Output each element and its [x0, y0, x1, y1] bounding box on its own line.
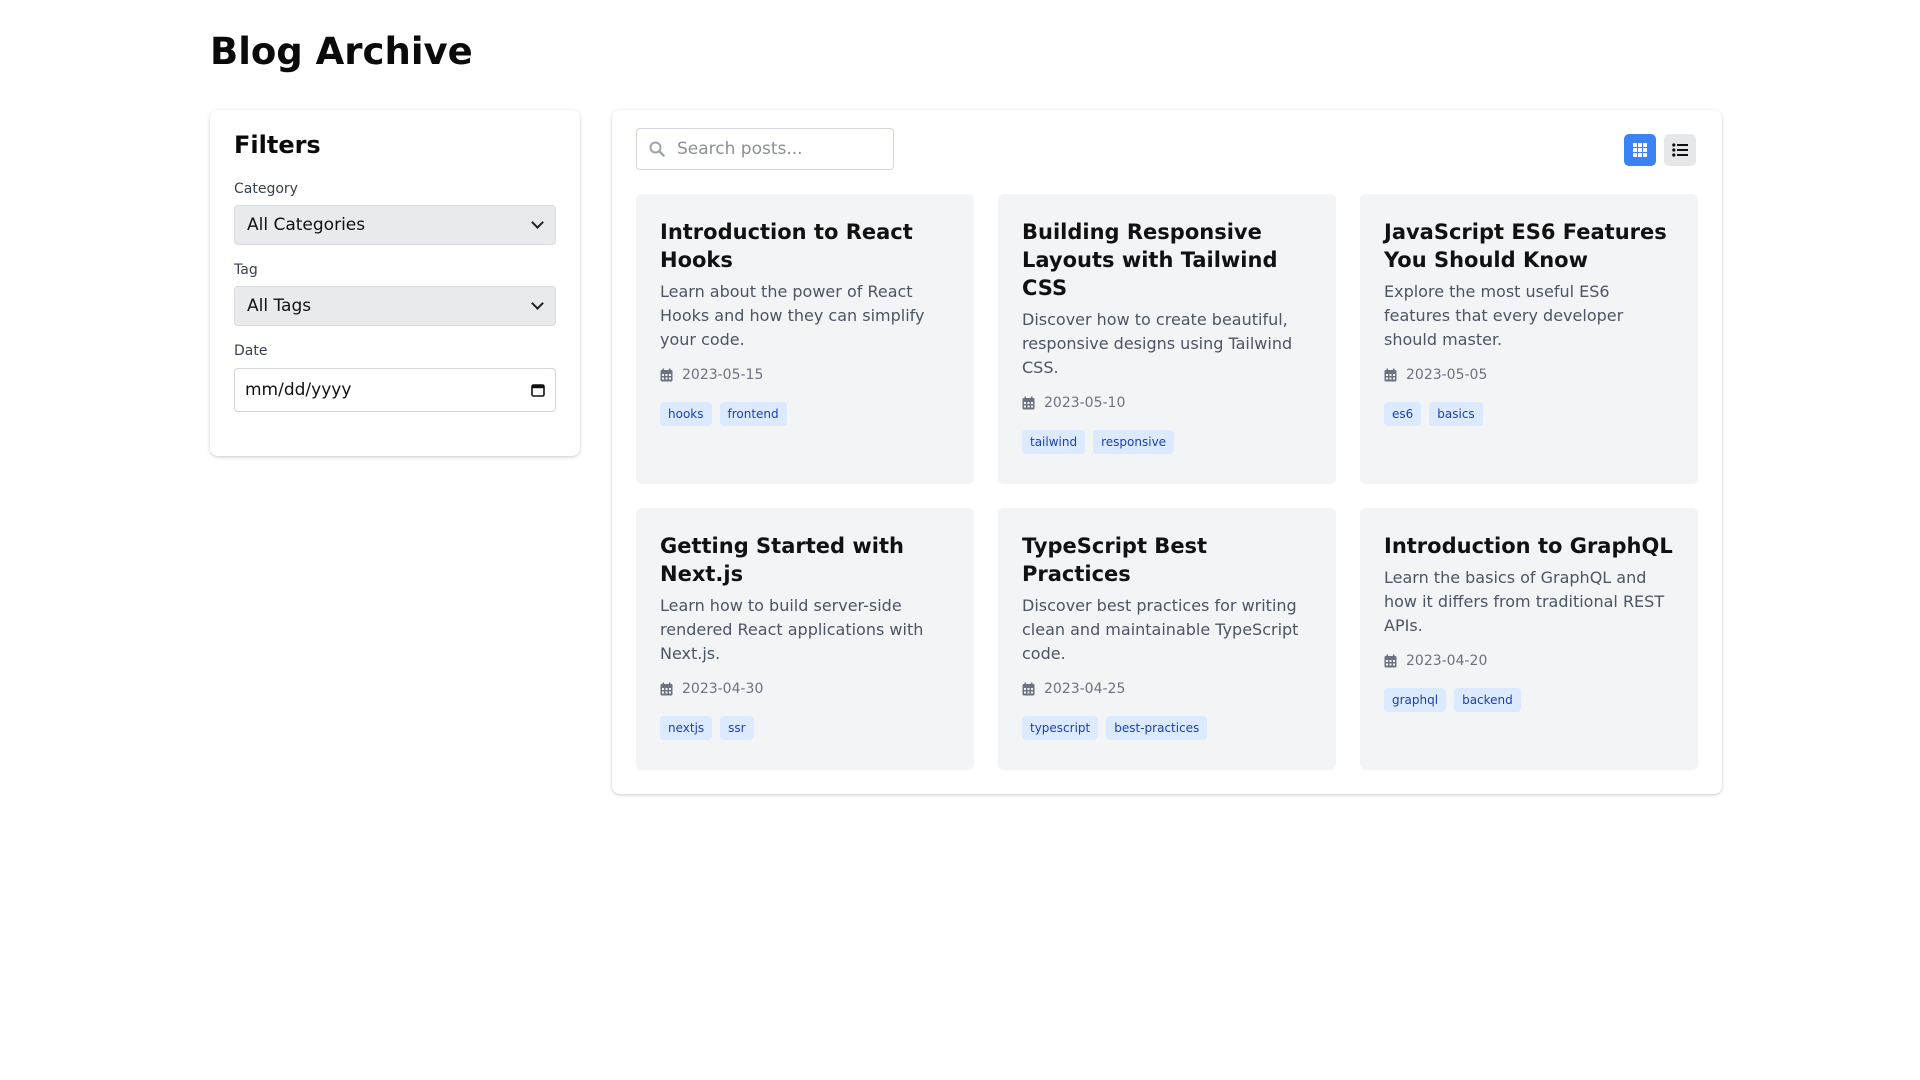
post-description: Explore the most useful ES6 features tha… — [1384, 282, 1624, 349]
post-date: 2023-04-20 — [1384, 652, 1674, 670]
post-date-text: 2023-04-20 — [1406, 653, 1488, 669]
post-card[interactable]: TypeScript Best Practices Discover best … — [998, 508, 1336, 770]
post-tags: es6 basics — [1384, 402, 1674, 426]
search-icon — [649, 141, 665, 157]
post-date: 2023-04-30 — [660, 680, 950, 698]
post-card[interactable]: JavaScript ES6 Features You Should Know … — [1360, 194, 1698, 484]
chevron-down-icon — [531, 297, 544, 310]
post-date: 2023-04-25 — [1022, 680, 1312, 698]
post-date: 2023-05-10 — [1022, 394, 1312, 412]
post-tags: hooks frontend — [660, 402, 950, 426]
post-tags: graphql backend — [1384, 688, 1674, 712]
post-description: Learn the basics of GraphQL and how it d… — [1384, 568, 1665, 635]
post-title[interactable]: Introduction to GraphQL — [1384, 532, 1674, 560]
tag-badge[interactable]: basics — [1429, 402, 1483, 426]
post-title[interactable]: Getting Started with Next.js — [660, 532, 950, 588]
post-title[interactable]: JavaScript ES6 Features You Should Know — [1384, 218, 1674, 274]
date-input-placeholder: mm/dd/yyyy — [245, 380, 352, 400]
post-tags: nextjs ssr — [660, 716, 950, 740]
post-title[interactable]: TypeScript Best Practices — [1022, 532, 1312, 588]
post-date: 2023-05-15 — [660, 366, 950, 384]
post-description: Discover best practices for writing clea… — [1022, 596, 1299, 663]
post-description: Learn how to build server-side rendered … — [660, 596, 924, 663]
tag-badge[interactable]: backend — [1454, 688, 1521, 712]
tag-select[interactable]: All Tags — [234, 286, 556, 326]
chevron-down-icon — [531, 216, 544, 229]
post-description: Discover how to create beautiful, respon… — [1022, 310, 1293, 377]
category-select[interactable]: All Categories — [234, 205, 556, 245]
category-select-value: All Categories — [247, 215, 366, 235]
search-placeholder: Search posts... — [677, 139, 803, 159]
calendar-icon[interactable] — [531, 383, 545, 397]
post-card[interactable]: Introduction to React Hooks Learn about … — [636, 194, 974, 484]
tag-badge[interactable]: frontend — [719, 402, 787, 426]
tag-badge[interactable]: responsive — [1093, 430, 1175, 454]
calendar-icon — [660, 368, 682, 382]
post-title[interactable]: Introduction to React Hooks — [660, 218, 950, 274]
post-card[interactable]: Getting Started with Next.js Learn how t… — [636, 508, 974, 770]
post-date-text: 2023-05-15 — [682, 367, 764, 383]
tag-badge[interactable]: best-practices — [1106, 716, 1208, 740]
blog-archive-page: Blog Archive Filters Category All Catego… — [0, 0, 1920, 1080]
calendar-icon — [1022, 396, 1044, 410]
calendar-icon — [1022, 682, 1044, 696]
post-date-text: 2023-05-10 — [1044, 395, 1126, 411]
list-icon — [1672, 143, 1688, 157]
post-date-text: 2023-04-30 — [682, 681, 764, 697]
posts-panel: Search posts... Introduction to React Ho… — [612, 110, 1722, 794]
tag-badge[interactable]: ssr — [720, 716, 754, 740]
filters-title: Filters — [234, 131, 321, 159]
post-description: Learn about the power of React Hooks and… — [660, 282, 925, 349]
tag-label: Tag — [234, 262, 258, 278]
posts-grid: Introduction to React Hooks Learn about … — [636, 194, 1698, 770]
date-input[interactable]: mm/dd/yyyy — [234, 368, 556, 412]
grid-icon — [1632, 142, 1648, 158]
tag-badge[interactable]: graphql — [1384, 688, 1447, 712]
post-title[interactable]: Building Responsive Layouts with Tailwin… — [1022, 218, 1312, 302]
category-label: Category — [234, 181, 298, 197]
post-card[interactable]: Introduction to GraphQL Learn the basics… — [1360, 508, 1698, 770]
date-label: Date — [234, 343, 268, 359]
post-date: 2023-05-05 — [1384, 366, 1674, 384]
tag-badge[interactable]: tailwind — [1022, 430, 1086, 454]
post-tags: tailwind responsive — [1022, 430, 1312, 454]
post-date-text: 2023-05-05 — [1406, 367, 1488, 383]
calendar-icon — [1384, 654, 1406, 668]
filters-panel: Filters Category All Categories Tag All … — [210, 110, 580, 456]
tag-badge[interactable]: nextjs — [660, 716, 713, 740]
tag-select-value: All Tags — [247, 296, 312, 316]
post-card[interactable]: Building Responsive Layouts with Tailwin… — [998, 194, 1336, 484]
post-date-text: 2023-04-25 — [1044, 681, 1126, 697]
tag-badge[interactable]: es6 — [1384, 402, 1422, 426]
post-tags: typescript best-practices — [1022, 716, 1312, 740]
search-input[interactable]: Search posts... — [636, 128, 894, 170]
calendar-icon — [1384, 368, 1406, 382]
page-title: Blog Archive — [210, 30, 473, 73]
calendar-icon — [660, 682, 682, 696]
list-view-button[interactable] — [1664, 134, 1696, 166]
tag-badge[interactable]: typescript — [1022, 716, 1099, 740]
tag-badge[interactable]: hooks — [660, 402, 712, 426]
grid-view-button[interactable] — [1624, 134, 1656, 166]
